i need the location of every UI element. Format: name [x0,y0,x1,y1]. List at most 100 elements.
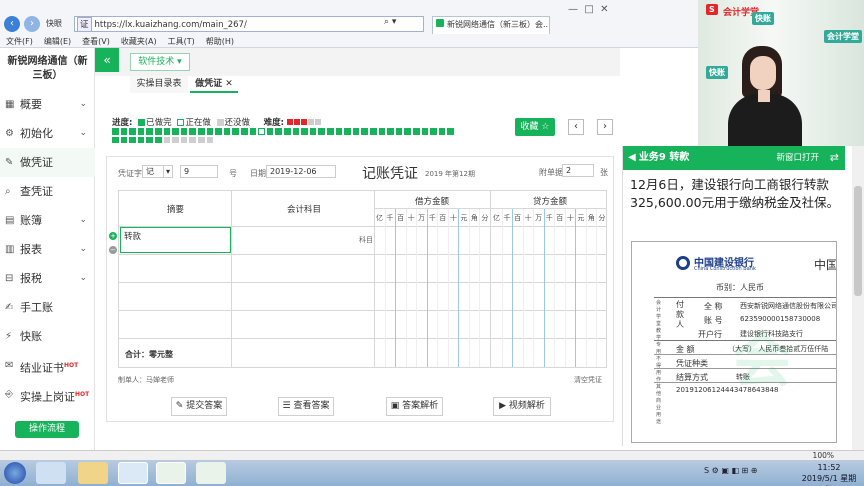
add-row-icon[interactable]: + [109,232,117,240]
progress-cell[interactable] [120,128,128,135]
progress-cell[interactable] [172,136,179,143]
progress-cell[interactable] [387,128,394,135]
tray-clock[interactable]: 11:52 2019/5/1 星期三 [798,462,860,486]
sidebar-item-3[interactable]: ⌕ 查凭证 [0,177,95,206]
scroll-thumb[interactable] [854,186,862,296]
progress-cell[interactable] [129,136,136,143]
back-button[interactable]: ‹ [4,16,20,32]
window-controls[interactable]: — □ ✕ [568,4,609,15]
progress-cell[interactable] [301,128,308,135]
taskbar-camtasia-icon[interactable] [156,462,186,484]
sidebar-item-6[interactable]: ⊟ 报税 ⌄ [0,264,95,293]
progress-cell[interactable] [163,136,171,143]
progress-cell[interactable] [344,128,351,135]
fast-mode-label[interactable]: 快眼 [46,18,62,29]
sidebar-item-2[interactable]: ✎ 做凭证 [0,148,95,177]
progress-cell[interactable] [413,128,420,135]
progress-cell[interactable] [352,128,360,135]
search-icon[interactable]: ⌕ ▾ [384,17,396,27]
sidebar-item-8[interactable]: ⚡ 快账 [0,322,95,351]
browser-tab[interactable]: 新锐网络通信（新三板）会... [432,16,550,34]
panel-scrollbar[interactable] [852,146,864,450]
progress-cell[interactable] [249,128,257,135]
progress-cell[interactable] [215,128,222,135]
sidebar-item-4[interactable]: ▤ 账簿 ⌄ [0,206,95,235]
taskbar-folder-icon[interactable] [78,462,108,484]
progress-cell[interactable] [404,128,411,135]
progress-cell[interactable] [206,128,214,135]
prev-button[interactable]: ‹ [568,119,584,135]
progress-cell[interactable] [223,128,231,135]
forward-button[interactable]: › [24,16,40,32]
progress-cell[interactable] [309,128,317,135]
progress-cell[interactable] [327,128,334,135]
video-analysis-button[interactable]: ▶ 视频解析 [493,397,551,416]
software-tech-button[interactable]: 软件技术 ▾ [130,53,190,71]
progress-cell[interactable] [112,136,119,143]
progress-cell[interactable] [189,128,196,135]
progress-cell[interactable] [198,136,205,143]
flow-button[interactable]: 操作流程 [15,421,79,438]
word-select[interactable]: 记 ▾ [142,165,173,178]
menu-item-0[interactable]: 文件(F) [6,37,33,46]
tray-icons[interactable]: S ⚙ ▣ ◧ ⊞ ⊕ [704,466,790,478]
progress-cell[interactable] [438,128,446,135]
new-window-link[interactable]: 新窗口打开 [776,146,819,170]
progress-cell[interactable] [198,128,205,135]
progress-cell[interactable] [318,128,325,135]
menu-item-4[interactable]: 工具(T) [168,37,195,46]
menu-item-5[interactable]: 帮助(H) [206,37,234,46]
submit-answer-button[interactable]: ✎ 提交答案 [171,397,227,416]
collapse-sidebar-button[interactable]: « [95,48,119,72]
answer-analysis-button[interactable]: ▣ 答案解析 [386,397,443,416]
summary-input-row-1[interactable]: 转款 [120,227,231,253]
progress-cell[interactable] [172,128,179,135]
taskbar-media-icon[interactable] [36,462,66,484]
progress-cell[interactable] [112,128,119,135]
sidebar-item-1[interactable]: ⚙ 初始化 ⌄ [0,119,95,148]
sidebar-item-0[interactable]: ▦ 概要 ⌄ [0,90,95,119]
progress-cell[interactable] [189,136,196,143]
progress-cell[interactable] [129,128,136,135]
sidebar-item-10[interactable]: ⎆ 实操上岗证HOT [0,380,95,409]
progress-cell[interactable] [284,128,291,135]
progress-cell[interactable] [370,128,377,135]
progress-cell[interactable] [232,128,239,135]
progress-cell[interactable] [180,128,188,135]
clear-voucher-link[interactable]: 清空凭证 [574,375,602,385]
remove-row-icon[interactable]: − [109,246,117,254]
menu-item-3[interactable]: 收藏夹(A) [121,37,157,46]
progress-cell[interactable] [378,128,386,135]
taskbar-camtasia2-icon[interactable] [196,462,226,484]
address-bar[interactable]: 证 https://lx.kuaizhang.com/main_267/ [74,16,424,32]
progress-cell[interactable] [275,128,282,135]
progress-cell[interactable] [155,128,162,135]
progress-cell[interactable] [146,136,153,143]
progress-cell[interactable] [421,128,429,135]
taskbar-ie-icon[interactable] [118,462,148,484]
start-button[interactable] [4,462,26,484]
date-input[interactable]: 2019-12-06 [266,165,336,178]
progress-cell[interactable] [137,136,145,143]
sidebar-item-9[interactable]: ✉ 结业证书HOT [0,351,95,380]
sidebar-item-7[interactable]: ✍ 手工账 [0,293,95,322]
progress-cell[interactable] [335,128,343,135]
progress-cell[interactable] [395,128,403,135]
menu-item-2[interactable]: 查看(V) [82,37,110,46]
progress-cell[interactable] [241,128,248,135]
progress-cell[interactable] [447,128,454,135]
progress-cell[interactable] [292,128,300,135]
progress-cell[interactable] [120,136,128,143]
next-button[interactable]: › [597,119,613,135]
progress-cell[interactable] [258,128,265,135]
progress-cell[interactable] [146,128,153,135]
progress-cell[interactable] [430,128,437,135]
swap-icon[interactable]: ⇄ [830,146,839,170]
zoom-level[interactable]: 100% [813,451,834,460]
favorite-button[interactable]: 收藏 ☆ [515,118,555,136]
progress-cell[interactable] [266,128,274,135]
menu-item-1[interactable]: 编辑(E) [44,37,71,46]
account-hint[interactable]: 科目 [359,235,373,245]
view-answer-button[interactable]: ☰ 查看答案 [278,397,334,416]
tab-catalog[interactable]: 实操目录表 [130,76,188,93]
